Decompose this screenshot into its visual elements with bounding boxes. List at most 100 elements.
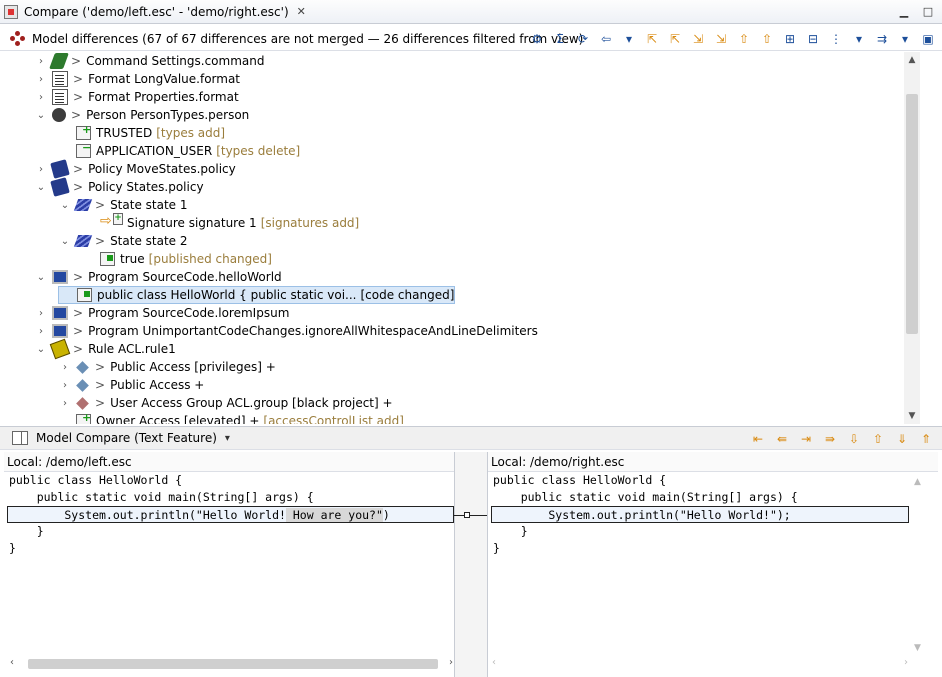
minimize-icon[interactable]: ▁ (896, 3, 912, 19)
sigma-icon[interactable]: Σ (550, 30, 570, 48)
collapsed-chevron-icon[interactable]: › (58, 358, 72, 376)
left-code[interactable]: public class HelloWorld { public static … (4, 472, 454, 557)
tree-row[interactable]: public class HelloWorld { public static … (58, 286, 456, 304)
save-icon[interactable]: ▣ (918, 30, 938, 48)
prev-diff-icon[interactable]: ⇧ (868, 430, 888, 448)
scroll-down-icon[interactable]: ▼ (904, 408, 920, 424)
chg-icon (77, 288, 92, 302)
scroll-right-icon[interactable]: › (904, 657, 908, 668)
right-code[interactable]: public class HelloWorld { public static … (488, 472, 938, 557)
tree-row[interactable]: › > Program UnimportantCodeChanges.ignoreA… (34, 322, 538, 340)
tree-row[interactable]: true [published changed] (82, 250, 272, 268)
dropdown-icon[interactable]: ▾ (619, 30, 639, 48)
copy-all-left-icon[interactable]: ⇚ (772, 430, 792, 448)
tree-row[interactable]: Owner Access [elevated] +[accessControlL… (58, 411, 404, 424)
group-dropdown-icon[interactable]: ▾ (849, 30, 869, 48)
window-controls: ▁ □ (896, 3, 936, 19)
prev-icon[interactable]: ⇧ (757, 30, 777, 48)
code-line: } (493, 541, 500, 555)
scroll-up-icon[interactable]: ▲ (904, 52, 920, 68)
close-tab-icon[interactable]: ✕ (297, 5, 306, 18)
direction-icon[interactable]: ⇉ (872, 30, 892, 48)
tree-row[interactable]: ⌄ > Person PersonTypes.person (34, 106, 249, 124)
copy-right-icon[interactable]: ⇲ (688, 30, 708, 48)
tree-row[interactable]: ⌄ > Policy States.policy (34, 177, 204, 197)
collapsed-chevron-icon[interactable]: › (34, 160, 48, 178)
right-vertical-scrollbar[interactable]: ▲ ▼ (910, 473, 926, 657)
tree-row[interactable]: › > Policy MoveStates.policy (34, 159, 236, 179)
group-icon[interactable]: ⋮ (826, 30, 846, 48)
expanded-chevron-icon[interactable]: ⌄ (34, 106, 48, 124)
tree-row[interactable]: › > Public Access + (58, 376, 204, 394)
filter-icon[interactable]: ⚙ (527, 30, 547, 48)
tree-row[interactable]: ⌄ > Program SourceCode.helloWorld (34, 268, 282, 286)
scroll-left-icon[interactable]: ‹ (10, 657, 14, 668)
right-horizontal-scrollbar[interactable]: ‹ › (490, 657, 910, 671)
collapse-icon[interactable]: ⊟ (803, 30, 823, 48)
scroll-thumb[interactable] (28, 659, 438, 669)
prev-diff-icon[interactable]: ⇦ (596, 30, 616, 48)
scroll-down-icon[interactable]: ▼ (914, 643, 921, 653)
tree-row[interactable]: › > User Access Group ACL.group [black pro… (58, 394, 393, 412)
sync-icon[interactable]: ⟳ (573, 30, 593, 48)
scroll-thumb[interactable] (906, 94, 918, 334)
tree-row[interactable]: › > Format Properties.format (34, 88, 239, 106)
next-diff-icon[interactable]: ⇩ (844, 430, 864, 448)
diff-connector-handle[interactable] (464, 512, 470, 518)
tree-row[interactable]: TRUSTED[types add] (58, 123, 225, 142)
collapsed-chevron-icon[interactable]: › (58, 394, 72, 412)
tree-row-label: State state 1 (110, 198, 188, 212)
expanded-chevron-icon[interactable]: ⌄ (34, 268, 48, 286)
prev-change-icon[interactable]: ⇑ (916, 430, 936, 448)
tree-row[interactable]: › > Format LongValue.format (34, 70, 240, 88)
scroll-up-icon[interactable]: ▲ (914, 477, 921, 487)
expanded-chevron-icon[interactable]: ⌄ (58, 196, 72, 214)
differences-tree: › > Command Settings.command › > Format LongV… (0, 52, 922, 424)
tree-row[interactable]: APPLICATION_USER[types delete] (58, 141, 300, 160)
scroll-left-icon[interactable]: ‹ (492, 657, 496, 668)
expanded-chevron-icon[interactable]: ⌄ (34, 178, 48, 196)
collapsed-chevron-icon[interactable]: › (34, 52, 48, 70)
tree-row-prefix: > (95, 234, 106, 248)
tree-row[interactable]: ⌄ > Rule ACL.rule1 (34, 338, 176, 360)
copy-all-right-icon[interactable]: ⇲ (711, 30, 731, 48)
tree-row[interactable]: Signature signature 1[signatures add] (82, 213, 359, 232)
next-icon[interactable]: ⇧ (734, 30, 754, 48)
copy-all-right-icon[interactable]: ⇛ (820, 430, 840, 448)
tree-vertical-scrollbar[interactable]: ▲ ▼ (904, 52, 920, 424)
next-change-icon[interactable]: ⇓ (892, 430, 912, 448)
copy-left-icon[interactable]: ⇱ (642, 30, 662, 48)
tree-row-label: Rule ACL.rule1 (88, 342, 176, 356)
state-icon (73, 235, 93, 247)
collapsed-chevron-icon[interactable]: › (58, 376, 72, 394)
left-horizontal-scrollbar[interactable]: ‹ › (8, 657, 455, 671)
copy-current-right-icon[interactable]: ⇥ (796, 430, 816, 448)
collapsed-chevron-icon[interactable]: › (34, 322, 48, 340)
tree-row-label: TRUSTED (96, 126, 153, 140)
tree-row-label: Program UnimportantCodeChanges.ignoreAll… (88, 324, 538, 338)
collapsed-chevron-icon[interactable]: › (34, 70, 48, 88)
code-line: public static void main(String[] args) { (9, 490, 314, 504)
copy-all-left-icon[interactable]: ⇱ (665, 30, 685, 48)
collapsed-chevron-icon[interactable]: › (34, 304, 48, 322)
model-compare-dropdown-icon[interactable]: ▾ (225, 433, 230, 444)
tree-row[interactable]: ⌄ > State state 1 (58, 196, 188, 214)
tree-row[interactable]: › > Public Access [privileges] + (58, 358, 276, 376)
compare-editor-icon (4, 4, 18, 19)
direction-dropdown-icon[interactable]: ▾ (895, 30, 915, 48)
maximize-icon[interactable]: □ (920, 3, 936, 19)
tree-row-label: Signature signature 1 (127, 216, 257, 230)
expanded-chevron-icon[interactable]: ⌄ (58, 232, 72, 250)
tree-row[interactable]: › > Program SourceCode.loremIpsum (34, 304, 289, 322)
tree-row[interactable]: › > Command Settings.command (34, 52, 264, 70)
expanded-chevron-icon[interactable]: ⌄ (34, 340, 48, 358)
copy-current-left-icon[interactable]: ⇤ (748, 430, 768, 448)
collapsed-chevron-icon[interactable]: › (34, 88, 48, 106)
tree-row[interactable]: ⌄ > State state 2 (58, 232, 188, 250)
expand-icon[interactable]: ⊞ (780, 30, 800, 48)
book-icon (50, 159, 70, 179)
scroll-right-icon[interactable]: › (449, 657, 453, 668)
tree-row-label: Policy States.policy (88, 180, 204, 194)
tree-row-prefix: > (95, 378, 106, 392)
